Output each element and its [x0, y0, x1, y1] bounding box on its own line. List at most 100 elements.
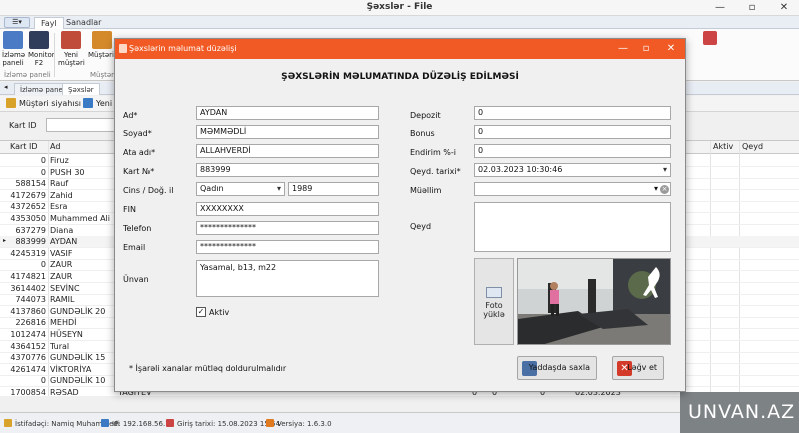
clear-icon[interactable]: ×: [660, 185, 669, 194]
checkmark-icon: ✓: [197, 307, 205, 316]
cell-kart-id: 4372652: [10, 202, 46, 212]
new-customer-ribbon-button[interactable]: Yeni müştəri: [58, 31, 85, 67]
tab-sanadlar[interactable]: Sanadlar: [60, 17, 107, 29]
monitor-ribbon-button[interactable]: Monitor F2: [28, 31, 55, 67]
label-qeyd: Qeyd: [410, 222, 432, 231]
customer-list-button[interactable]: Müştəri siyahısı: [6, 98, 81, 110]
status-login-text: Giriş tarixi: 15.08.2023 15:54: [177, 420, 281, 428]
dialog-minimize-button[interactable]: —: [611, 39, 635, 59]
cell-name: RAMIL: [50, 295, 75, 305]
label-kart-no: Kart №*: [123, 167, 155, 176]
label-ata-adi: Ata adı*: [123, 148, 156, 157]
chevron-down-icon[interactable]: ▾: [654, 183, 658, 195]
cell-kart-id: 4174821: [10, 272, 46, 281]
ribbon-extra-button[interactable]: [700, 31, 720, 47]
customers-ribbon-button[interactable]: Müştərilər: [88, 31, 124, 59]
select-muellim[interactable]: ▾ ×: [474, 182, 671, 196]
app-menu-button[interactable]: ☰▾: [4, 17, 30, 28]
col-header-ad[interactable]: Ad: [50, 142, 60, 151]
input-ata-adi[interactable]: ALLAHVERDİ: [196, 144, 379, 158]
new-customer-icon: [61, 31, 81, 49]
card-id-filter-input[interactable]: [46, 118, 116, 132]
cell-name: Muhammed Ali: [50, 214, 110, 223]
upload-photo-button[interactable]: Foto yüklə: [474, 258, 514, 345]
version-icon: [266, 419, 274, 427]
label-unvan: Ünvan: [123, 275, 149, 284]
app-titlebar: Şəxslər - File — ▫ ✕: [0, 0, 799, 16]
ribbon-button-label: Müştərilər: [88, 51, 124, 59]
input-email[interactable]: **************: [196, 240, 379, 254]
status-version: Versiya: 1.6.3.0: [266, 419, 332, 428]
ribbon-button-label: Yeni müştəri: [58, 51, 85, 67]
ribbon-button-label: İzləmə paneli: [2, 51, 26, 67]
label-bonus: Bonus: [410, 129, 435, 138]
cell-kart-id: 226816: [15, 318, 46, 328]
ribbon-tab-row: ☰▾ Fayl Sanadlar: [0, 16, 799, 29]
window-title: Şəxslər - File: [366, 2, 433, 12]
dashboard-icon: [3, 31, 23, 49]
doc-tab-persons[interactable]: Şəxslər: [62, 83, 100, 95]
cell-name: GUNDƏLİK 20: [50, 306, 106, 316]
dialog-maximize-button[interactable]: ▫: [634, 39, 658, 59]
textarea-unvan[interactable]: Yasamal, b13, m22: [196, 260, 379, 297]
tab-scroll-icon[interactable]: ◂: [4, 83, 8, 91]
select-cins-value: Qadın: [200, 184, 224, 193]
label-telefon: Telefon: [123, 224, 152, 233]
checkbox-aktiv[interactable]: ✓: [196, 307, 206, 317]
clock-icon: [166, 419, 174, 427]
maximize-button[interactable]: ▫: [740, 0, 764, 16]
add-icon: [83, 98, 93, 108]
customers-icon: [92, 31, 112, 49]
cancel-button[interactable]: ✕ Ləğv et: [612, 356, 664, 380]
label-cins-dogum: Cins / Doğ. il: [123, 186, 174, 195]
person-photo: [517, 258, 671, 345]
id-card-icon: [486, 287, 502, 298]
textarea-qeyd[interactable]: [474, 202, 671, 252]
minimize-button[interactable]: —: [708, 0, 732, 16]
input-endirim[interactable]: 0: [474, 144, 671, 158]
cell-name: PUSH 30: [50, 167, 85, 177]
datepicker-qeyd-tarixi[interactable]: 02.03.2023 10:30:46: [474, 163, 671, 177]
input-fin[interactable]: XXXXXXXX: [196, 202, 379, 216]
col-header-kart-id[interactable]: Kart ID: [10, 142, 38, 151]
input-soyad[interactable]: MƏMMƏDLİ: [196, 125, 379, 139]
save-button[interactable]: Yaddaşda saxla: [517, 356, 597, 380]
cell-name: VASIF: [50, 248, 73, 258]
dialog-close-button[interactable]: ✕: [659, 39, 683, 59]
dialog-heading: ŞƏXSLƏRİN MƏLUMATINDA DÜZƏLİŞ EDİLMƏSİ: [281, 72, 519, 82]
input-depozit[interactable]: 0: [474, 106, 671, 120]
new-button[interactable]: Yeni: [83, 98, 112, 110]
input-dogum-ili[interactable]: 1989: [288, 182, 379, 196]
label-qeyd-tarixi: Qeyd. tarixi*: [410, 167, 461, 176]
cell-name: HÜSEYN: [50, 330, 83, 339]
input-telefon[interactable]: **************: [196, 221, 379, 235]
gym-photo-image: [518, 259, 670, 344]
label-aktiv: Aktiv: [209, 308, 230, 317]
card-id-filter-label: Kart ID: [9, 121, 37, 130]
select-cins[interactable]: Qadın: [196, 182, 285, 196]
dialog-app-icon: [119, 44, 127, 53]
close-button[interactable]: ✕: [772, 0, 796, 16]
cell-kart-id: 744073: [15, 295, 46, 305]
monitor-icon: [29, 31, 49, 49]
status-ip: IP: 192.168.56.1: [101, 419, 170, 428]
cell-kart-id: 0: [40, 376, 46, 386]
input-kart-no[interactable]: 883999: [196, 163, 379, 177]
cell-name: AYDAN: [50, 237, 78, 247]
cell-name: Zahid: [50, 190, 73, 200]
cell-kart-id: 0: [40, 260, 46, 270]
input-bonus[interactable]: 0: [474, 125, 671, 139]
input-ad[interactable]: AYDAN: [196, 106, 379, 120]
label-ad: Ad*: [123, 111, 138, 120]
cell-name: GUNDƏLİK 15: [50, 353, 106, 363]
cell-kart-id: 4172679: [10, 190, 46, 200]
upload-photo-label: Foto yüklə: [483, 301, 505, 319]
datepicker-value: 02.03.2023 10:30:46: [478, 165, 563, 174]
label-muellim: Müəllim: [410, 186, 442, 195]
ribbon-separator: [54, 33, 55, 77]
col-header-aktiv[interactable]: Aktiv: [713, 142, 733, 151]
dashboard-ribbon-button[interactable]: İzləmə paneli: [2, 31, 26, 67]
cell-kart-id: 0: [40, 156, 46, 165]
col-header-qeyd[interactable]: Qeyd: [742, 142, 763, 151]
cell-name: ZAUR: [50, 260, 73, 270]
